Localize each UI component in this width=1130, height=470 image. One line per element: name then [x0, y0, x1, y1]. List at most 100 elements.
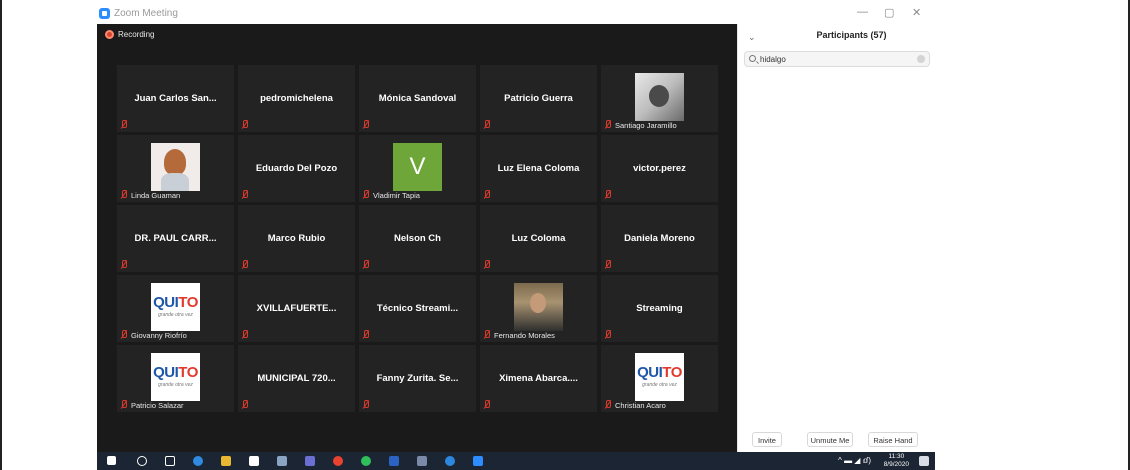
- participant-name: Luz Elena Coloma: [497, 163, 580, 174]
- mic-muted-icon: [241, 330, 249, 339]
- participant-name: XVILLAFUERTE...: [256, 303, 337, 314]
- mic-muted-icon: [483, 400, 491, 409]
- logo-text-1: QUI: [153, 364, 179, 381]
- chrome-icon[interactable]: [333, 456, 343, 466]
- title-bar: Zoom Meeting — ▢ ✕: [97, 4, 935, 24]
- participant-name: Fanny Zurita. Se...: [376, 373, 459, 384]
- participant-tile[interactable]: QUITO grande otra vez Giovanny Riofrío: [117, 275, 234, 342]
- participant-name: MUNICIPAL 720...: [257, 373, 336, 384]
- participant-tile[interactable]: pedromichelena: [238, 65, 355, 132]
- mic-muted-icon: [362, 260, 370, 269]
- participant-tile[interactable]: Santiago Jaramillo: [601, 65, 718, 132]
- participant-tile[interactable]: Luz Elena Coloma: [480, 135, 597, 202]
- participant-name: Juan Carlos San...: [134, 93, 217, 104]
- photos-app-icon[interactable]: [277, 456, 287, 466]
- store-icon[interactable]: [249, 456, 259, 466]
- mic-muted-icon: [120, 190, 128, 199]
- clock-time: 11:30: [888, 453, 905, 460]
- search-taskbar-icon[interactable]: [137, 456, 147, 466]
- start-windows-icon[interactable]: [107, 456, 116, 465]
- invite-button[interactable]: Invite: [752, 432, 782, 447]
- unmute-me-button[interactable]: Unmute Me: [807, 432, 853, 447]
- clock-date: 8/9/2020: [883, 461, 909, 468]
- participant-tile[interactable]: Técnico Streami...: [359, 275, 476, 342]
- word-icon[interactable]: [389, 456, 399, 466]
- avatar-initial: V: [393, 143, 442, 191]
- participant-search-input[interactable]: hidalgo: [744, 51, 930, 67]
- participant-tile[interactable]: Fernando Morales: [480, 275, 597, 342]
- clear-search-icon[interactable]: [917, 55, 925, 63]
- participant-label: Linda Guaman: [131, 191, 181, 200]
- participant-tile[interactable]: QUITO grande otra vez Christian Acaro: [601, 345, 718, 412]
- mic-muted-icon: [120, 120, 128, 129]
- logo-tagline: grande otra vez: [642, 382, 677, 388]
- participant-video: [151, 143, 200, 191]
- participant-tile[interactable]: Fanny Zurita. Se...: [359, 345, 476, 412]
- participant-tile[interactable]: Marco Rubio: [238, 205, 355, 272]
- participant-tile[interactable]: Patricio Guerra: [480, 65, 597, 132]
- zoom-taskbar-icon[interactable]: [473, 456, 483, 466]
- gallery-view: Recording Juan Carlos San... pedromichele…: [97, 24, 737, 466]
- mic-muted-icon: [362, 400, 370, 409]
- participant-tile[interactable]: Luz Coloma: [480, 205, 597, 272]
- recording-dot-icon: [105, 30, 114, 39]
- participant-video: [514, 283, 563, 331]
- participants-panel: ⌄ Participants (57) hidalgo Invite Unmut…: [737, 24, 935, 466]
- minimize-button[interactable]: —: [857, 6, 868, 18]
- logo-text-1: QUI: [637, 364, 663, 381]
- participant-tile[interactable]: Daniela Moreno: [601, 205, 718, 272]
- participant-tile[interactable]: Nelson Ch: [359, 205, 476, 272]
- mic-muted-icon: [483, 330, 491, 339]
- participant-label: Christian Acaro: [615, 401, 666, 410]
- participant-name: victor.perez: [633, 163, 686, 174]
- participant-tile[interactable]: V Vladimir Tapia: [359, 135, 476, 202]
- participant-tile[interactable]: Juan Carlos San...: [117, 65, 234, 132]
- participant-video: [635, 73, 684, 121]
- close-button[interactable]: ✕: [912, 6, 921, 19]
- participant-tile[interactable]: XVILLAFUERTE...: [238, 275, 355, 342]
- participant-name: Ximena Abarca....: [499, 373, 578, 384]
- participant-tile[interactable]: DR. PAUL CARR...: [117, 205, 234, 272]
- file-explorer-icon[interactable]: [221, 456, 231, 466]
- skype-icon[interactable]: [445, 456, 455, 466]
- task-view-icon[interactable]: [165, 456, 175, 466]
- raise-hand-button[interactable]: Raise Hand: [868, 432, 918, 447]
- logo-tagline: grande otra vez: [158, 382, 193, 388]
- mic-muted-icon: [362, 120, 370, 129]
- logo-text-1: QUI: [153, 294, 179, 311]
- participant-tile[interactable]: Streaming: [601, 275, 718, 342]
- participant-tile[interactable]: Mónica Sandoval: [359, 65, 476, 132]
- zoom-window: Zoom Meeting — ▢ ✕ Recording Juan Carlos…: [97, 4, 935, 466]
- participant-label: Giovanny Riofrío: [131, 331, 187, 340]
- recording-indicator[interactable]: Recording: [105, 30, 154, 39]
- participant-tile[interactable]: Eduardo Del Pozo: [238, 135, 355, 202]
- mic-muted-icon: [483, 120, 491, 129]
- participant-name: pedromichelena: [260, 93, 333, 104]
- teams-icon[interactable]: [305, 456, 315, 466]
- mic-muted-icon: [604, 190, 612, 199]
- mic-muted-icon: [241, 260, 249, 269]
- participant-tile[interactable]: Linda Guaman: [117, 135, 234, 202]
- maximize-button[interactable]: ▢: [884, 6, 894, 19]
- mic-muted-icon: [604, 260, 612, 269]
- app-icon[interactable]: [417, 456, 427, 466]
- participant-name: Streaming: [636, 303, 683, 314]
- system-tray-icons[interactable]: ^ ▬ ◢ ⅆ): [838, 456, 871, 465]
- participant-tile[interactable]: victor.perez: [601, 135, 718, 202]
- participant-name: Eduardo Del Pozo: [255, 163, 338, 174]
- mic-muted-icon: [241, 400, 249, 409]
- quito-logo-image: QUITO grande otra vez: [151, 283, 200, 331]
- logo-tagline: grande otra vez: [158, 312, 193, 318]
- participant-tile[interactable]: MUNICIPAL 720...: [238, 345, 355, 412]
- whatsapp-icon[interactable]: [361, 456, 371, 466]
- clock[interactable]: 11:30 8/9/2020: [884, 453, 909, 469]
- notifications-icon[interactable]: [919, 456, 929, 466]
- logo-text-2: TO: [178, 294, 198, 311]
- mic-muted-icon: [362, 190, 370, 199]
- participant-name: Técnico Streami...: [376, 303, 459, 314]
- participant-tile[interactable]: QUITO grande otra vez Patricio Salazar: [117, 345, 234, 412]
- quito-logo-image: QUITO grande otra vez: [151, 353, 200, 401]
- participants-title: Participants (57): [816, 30, 887, 40]
- participant-tile[interactable]: Ximena Abarca....: [480, 345, 597, 412]
- edge-browser-icon[interactable]: [193, 456, 203, 466]
